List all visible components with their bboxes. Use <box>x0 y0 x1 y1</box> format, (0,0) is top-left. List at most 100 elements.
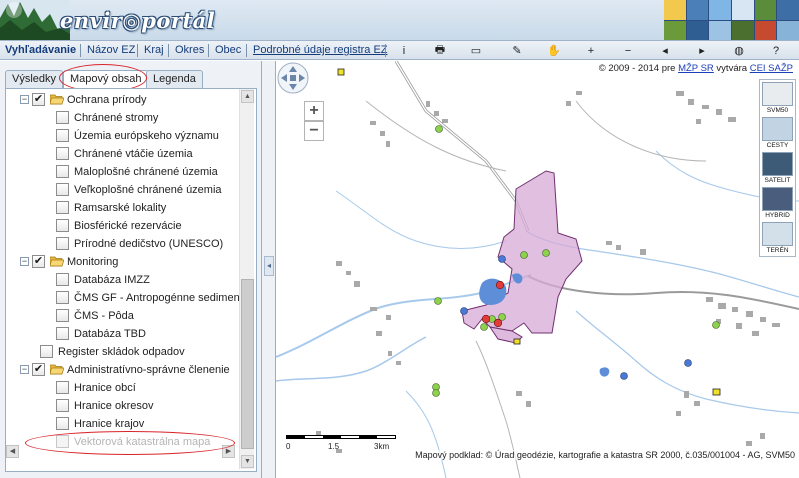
tree-hscroll[interactable]: ◀ ▶ <box>6 445 239 459</box>
panel-splitter[interactable]: ◂ <box>262 61 276 478</box>
layer-checkbox[interactable] <box>56 219 69 232</box>
scale-segment <box>287 436 305 438</box>
globe-icon[interactable]: ◍ <box>730 42 748 59</box>
layer-tree-row[interactable]: Veľkoplošné chránené územia <box>6 181 238 199</box>
nav-okres[interactable]: Okres <box>172 43 207 58</box>
layer-checkbox[interactable] <box>56 381 69 394</box>
logo-text[interactable]: envir◎portál <box>60 8 215 33</box>
layer-checkbox[interactable] <box>56 111 69 124</box>
layer-checkbox[interactable]: ✔ <box>32 93 45 106</box>
zoom-in-icon[interactable]: + <box>582 42 600 59</box>
layer-tree-row[interactable]: ČMS GF - Antropogénne sedimenty <box>6 289 248 307</box>
nav-obec[interactable]: Obec <box>212 43 244 58</box>
layer-tree-row[interactable]: Register skládok odpadov <box>6 343 238 361</box>
tree-scrollbar[interactable]: ▲ ▼ <box>239 89 254 469</box>
base-layer-thumbnail <box>762 187 793 211</box>
layer-tree-row[interactable]: − ✔ Monitoring <box>6 253 238 271</box>
collapse-panel-icon[interactable]: ◂ <box>264 256 274 276</box>
layer-tree-row[interactable]: Chránené stromy <box>6 109 238 127</box>
layer-checkbox[interactable]: ✔ <box>32 255 45 268</box>
base-layer-thumbnail <box>762 117 793 141</box>
tab-vysledky[interactable]: Výsledky <box>5 70 64 88</box>
layer-checkbox[interactable]: ✔ <box>32 363 45 376</box>
layer-checkbox[interactable] <box>56 237 69 250</box>
layer-label: Prírodné dedičstvo (UNESCO) <box>74 238 224 250</box>
nav-vyhladavanie[interactable]: Vyhľadávanie <box>2 43 79 58</box>
layer-tree-row[interactable]: Prírodné dedičstvo (UNESCO) <box>6 235 238 253</box>
scroll-right-icon[interactable]: ▶ <box>222 445 235 458</box>
layer-tree-row[interactable]: Hranice krajov <box>6 415 238 433</box>
layer-label: Register skládok odpadov <box>58 346 185 358</box>
layer-tree-row[interactable]: Biosférické rezervácie <box>6 217 238 235</box>
pan-control-icon[interactable] <box>276 61 310 95</box>
base-layer-option[interactable]: SATELIT <box>762 152 793 186</box>
hand-icon[interactable]: ✋ <box>545 42 563 59</box>
layer-checkbox[interactable] <box>56 291 69 304</box>
scroll-up-icon[interactable]: ▲ <box>241 90 254 103</box>
tab-legenda[interactable]: Legenda <box>146 70 203 88</box>
layer-label: Hranice obcí <box>74 382 136 394</box>
copyright-text: © 2009 - 2014 pre MŽP SR vytvára CEI SAŽ… <box>599 63 793 74</box>
layer-tree-row[interactable]: ČMS - Pôda <box>6 307 238 325</box>
layer-tree-row[interactable]: Chránené vtáčie územia <box>6 145 238 163</box>
print-icon[interactable]: 🖶 <box>431 42 449 59</box>
layer-checkbox[interactable] <box>56 147 69 160</box>
layer-label: Chránené vtáčie územia <box>74 148 193 160</box>
zoom-next-icon[interactable]: ▸ <box>693 42 711 59</box>
tab-mapovy-obsah[interactable]: Mapový obsah <box>63 70 149 89</box>
base-layer-option[interactable]: TERÉN <box>762 222 793 256</box>
base-layer-option[interactable]: SVM50 <box>762 82 793 116</box>
scroll-thumb[interactable] <box>241 279 254 449</box>
layer-checkbox[interactable] <box>56 183 69 196</box>
layer-checkbox[interactable] <box>56 201 69 214</box>
layer-checkbox[interactable] <box>56 399 69 412</box>
zoom-previous-icon[interactable]: ◂ <box>656 42 674 59</box>
map-canvas[interactable] <box>276 61 799 478</box>
link-cei-sazp[interactable]: CEI SAŽP <box>750 63 793 74</box>
layer-tree-row[interactable]: − ✔ Ochrana prírody <box>6 91 238 109</box>
nav-podrobne-udaje[interactable]: Podrobné údaje registra EZ <box>250 43 391 58</box>
base-layer-option[interactable]: CESTY <box>762 117 793 151</box>
map-zoom-in-button[interactable]: + <box>304 101 324 121</box>
layer-label: Databáza IMZZ <box>74 274 150 286</box>
nav-kraj[interactable]: Kraj <box>141 43 167 58</box>
map-view[interactable]: © 2009 - 2014 pre MŽP SR vytvára CEI SAŽ… <box>276 61 799 478</box>
header-banner: envir◎portál <box>0 0 799 40</box>
info-icon[interactable]: i <box>395 42 413 59</box>
layer-tree-row[interactable]: Ramsarské lokality <box>6 199 238 217</box>
layer-checkbox[interactable] <box>40 345 53 358</box>
layer-tree-row[interactable]: Databáza IMZZ <box>6 271 238 289</box>
tree-expander-icon[interactable]: − <box>20 257 29 266</box>
copyright-prefix: © 2009 - 2014 pre <box>598 63 679 74</box>
layer-tree-row[interactable]: Územia európskeho významu <box>6 127 238 145</box>
layer-checkbox[interactable] <box>56 417 69 430</box>
layer-checkbox[interactable] <box>56 165 69 178</box>
help-icon[interactable]: ? <box>767 42 785 59</box>
tree-expander-icon[interactable]: − <box>20 95 29 104</box>
map-zoom-out-button[interactable]: − <box>304 121 324 141</box>
base-layer-option[interactable]: HYBRID <box>762 187 793 221</box>
link-mzp-sr[interactable]: MŽP SR <box>678 63 714 74</box>
layer-checkbox[interactable] <box>56 273 69 286</box>
nav-nazov-ez[interactable]: Názov EZ <box>84 43 138 58</box>
layer-checkbox[interactable] <box>56 327 69 340</box>
layer-label: Chránené stromy <box>74 112 159 124</box>
base-layer-thumbnail <box>762 222 793 246</box>
layer-tree-row[interactable]: Databáza TBD <box>6 325 238 343</box>
layer-tree-row[interactable]: − ✔ Administratívno-správne členenie <box>6 361 238 379</box>
layer-tree-row[interactable]: Hranice okresov <box>6 397 238 415</box>
base-layer-label: TERÉN <box>766 247 789 254</box>
layer-checkbox[interactable] <box>56 129 69 142</box>
scale-segment <box>359 436 377 438</box>
eraser-icon[interactable]: ✎ <box>508 42 526 59</box>
layer-tree-row[interactable]: Maloplošné chránené územia <box>6 163 238 181</box>
ruler-icon[interactable]: ▭ <box>467 42 485 59</box>
scroll-left-icon[interactable]: ◀ <box>6 445 19 458</box>
layer-label: ČMS - Pôda <box>74 310 134 322</box>
scale-bar-graphic <box>286 435 396 439</box>
zoom-out-icon[interactable]: − <box>619 42 637 59</box>
scroll-down-icon[interactable]: ▼ <box>241 455 254 468</box>
layer-checkbox[interactable] <box>56 309 69 322</box>
layer-tree-row[interactable]: Hranice obcí <box>6 379 238 397</box>
tree-expander-icon[interactable]: − <box>20 365 29 374</box>
